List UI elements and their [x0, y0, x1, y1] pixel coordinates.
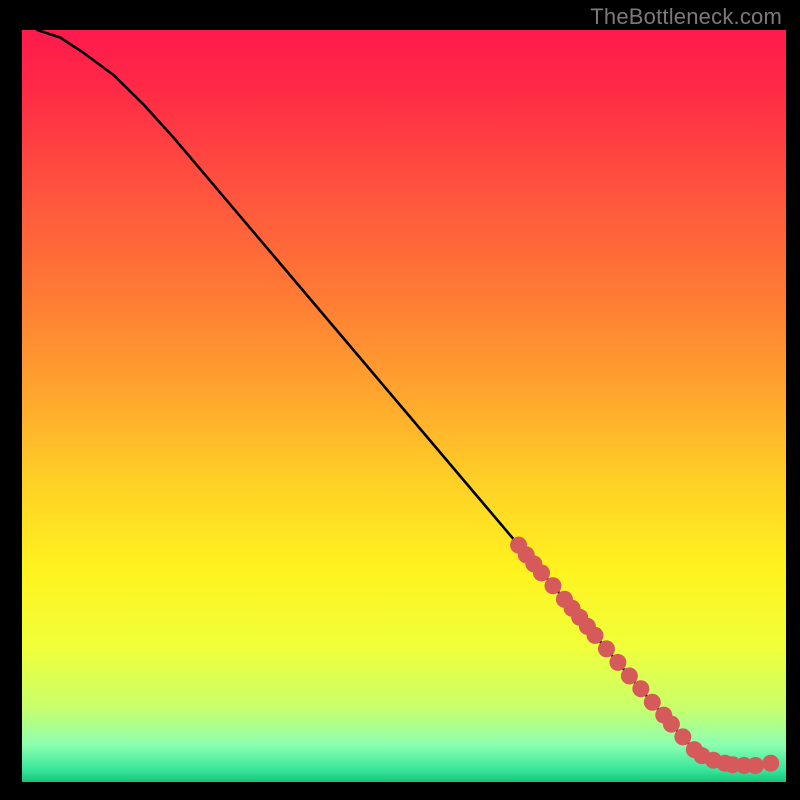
scatter-point — [762, 755, 779, 772]
scatter-point — [544, 577, 561, 594]
scatter-point — [587, 627, 604, 644]
chart-container: TheBottleneck.com — [0, 0, 800, 800]
chart-svg — [0, 0, 800, 800]
scatter-point — [632, 680, 649, 697]
attribution-text: TheBottleneck.com — [590, 4, 782, 30]
scatter-point — [674, 728, 691, 745]
scatter-point — [609, 654, 626, 671]
plot-background — [22, 30, 786, 782]
scatter-point — [598, 640, 615, 657]
scatter-point — [621, 667, 638, 684]
scatter-point — [747, 757, 764, 774]
scatter-point — [644, 694, 661, 711]
scatter-point — [533, 564, 550, 581]
scatter-point — [663, 716, 680, 733]
